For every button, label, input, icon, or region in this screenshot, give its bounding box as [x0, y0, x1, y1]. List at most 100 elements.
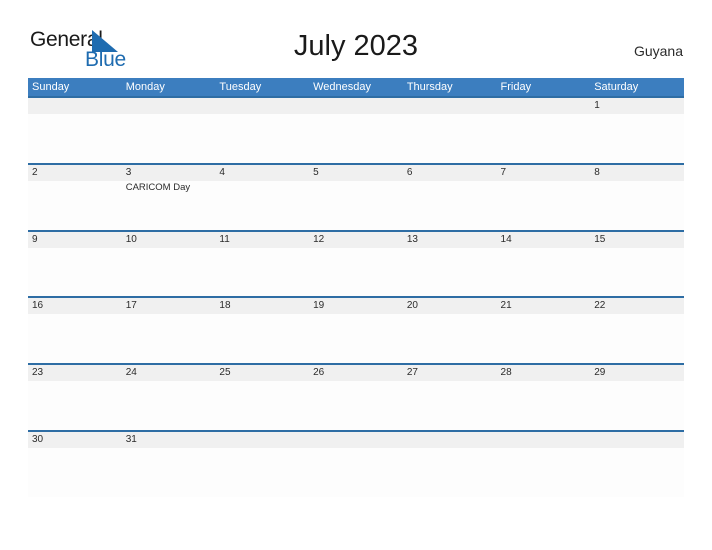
day-number-empty	[215, 432, 309, 448]
day-cell[interactable]	[28, 448, 122, 497]
day-cell[interactable]	[28, 181, 122, 230]
day-number-empty	[403, 98, 497, 114]
day-number[interactable]: 22	[590, 298, 684, 314]
day-cell[interactable]	[215, 181, 309, 230]
day-cell[interactable]	[497, 181, 591, 230]
day-cell[interactable]	[122, 381, 216, 430]
day-number-empty	[215, 98, 309, 114]
day-number[interactable]: 18	[215, 298, 309, 314]
day-events-band	[28, 247, 684, 297]
day-cell	[122, 114, 216, 163]
calendar-week-row: 30 31	[28, 429, 684, 497]
day-cell[interactable]	[122, 448, 216, 497]
day-cell[interactable]	[309, 181, 403, 230]
day-events-band	[28, 447, 684, 497]
day-cell[interactable]	[28, 248, 122, 297]
day-number[interactable]: 13	[403, 232, 497, 248]
day-cell[interactable]	[122, 248, 216, 297]
day-cell[interactable]	[590, 114, 684, 163]
day-number-empty	[590, 432, 684, 448]
day-cell[interactable]	[309, 314, 403, 363]
day-number[interactable]: 6	[403, 165, 497, 181]
day-number[interactable]: 14	[497, 232, 591, 248]
day-number[interactable]: 12	[309, 232, 403, 248]
day-cell[interactable]	[497, 381, 591, 430]
calendar-weeks: 1 2 3 4 5 6 7 8 CARICOM Day 9 10 11 12 13 14 15 16 17 18 19…	[28, 96, 684, 497]
day-cell[interactable]	[403, 314, 497, 363]
day-number[interactable]: 5	[309, 165, 403, 181]
day-header-monday: Monday	[125, 81, 165, 93]
day-number[interactable]: 2	[28, 165, 122, 181]
day-number-band: 23 24 25 26 27 28 29	[28, 365, 684, 382]
day-number[interactable]: 19	[309, 298, 403, 314]
day-cell	[28, 114, 122, 163]
day-number[interactable]: 27	[403, 365, 497, 381]
day-header-saturday: Saturday	[594, 81, 639, 93]
day-events-band	[28, 381, 684, 430]
day-number[interactable]: 20	[403, 298, 497, 314]
day-number-band: 16 17 18 19 20 21 22	[28, 298, 684, 315]
day-cell[interactable]	[28, 381, 122, 430]
day-number[interactable]: 23	[28, 365, 122, 381]
day-of-week-header-row: Sunday Monday Tuesday Wednesday Thursday…	[28, 78, 684, 96]
day-number-empty	[497, 432, 591, 448]
day-cell[interactable]	[215, 381, 309, 430]
day-cell	[590, 448, 684, 497]
page-header: General Blue July 2023 Guyana	[0, 0, 712, 78]
day-header-wednesday: Wednesday	[313, 81, 371, 93]
day-cell[interactable]	[590, 181, 684, 230]
day-cell	[215, 114, 309, 163]
day-cell[interactable]	[497, 248, 591, 297]
day-number[interactable]: 30	[28, 432, 122, 448]
calendar-week-row: 9 10 11 12 13 14 15	[28, 229, 684, 297]
day-cell[interactable]	[403, 248, 497, 297]
day-events-band	[28, 314, 684, 364]
day-number-band: 9 10 11 12 13 14 15	[28, 231, 684, 248]
calendar-week-row: 1	[28, 96, 684, 163]
day-cell	[403, 448, 497, 497]
day-cell[interactable]	[590, 248, 684, 297]
day-number-empty	[309, 98, 403, 114]
day-number[interactable]: 17	[122, 298, 216, 314]
day-number-empty	[28, 98, 122, 114]
page-title: July 2023	[293, 30, 419, 62]
calendar-page: General Blue July 2023 Guyana Sunday Mon…	[0, 0, 712, 550]
day-number[interactable]: 29	[590, 365, 684, 381]
day-cell[interactable]	[590, 314, 684, 363]
day-cell	[403, 114, 497, 163]
day-number-empty	[403, 432, 497, 448]
day-number[interactable]: 24	[122, 365, 216, 381]
day-cell	[497, 448, 591, 497]
day-number[interactable]: 10	[122, 232, 216, 248]
day-header-friday: Friday	[500, 81, 532, 93]
day-events-band	[28, 114, 684, 163]
day-number[interactable]: 9	[28, 232, 122, 248]
day-cell[interactable]: CARICOM Day	[122, 181, 216, 230]
day-cell[interactable]	[28, 314, 122, 363]
day-number[interactable]: 31	[122, 432, 216, 448]
day-cell[interactable]	[215, 314, 309, 363]
day-number[interactable]: 8	[590, 165, 684, 181]
day-number[interactable]: 21	[497, 298, 591, 314]
day-cell[interactable]	[403, 181, 497, 230]
day-cell[interactable]	[309, 248, 403, 297]
day-number[interactable]: 16	[28, 298, 122, 314]
day-number[interactable]: 4	[215, 165, 309, 181]
day-number[interactable]: 26	[309, 365, 403, 381]
day-number[interactable]: 3	[122, 165, 216, 181]
day-number[interactable]: 28	[497, 365, 591, 381]
day-number[interactable]: 7	[497, 165, 591, 181]
day-cell	[309, 114, 403, 163]
day-cell	[497, 114, 591, 163]
day-cell[interactable]	[215, 248, 309, 297]
day-header-sunday: Sunday	[32, 81, 70, 93]
day-cell[interactable]	[309, 381, 403, 430]
day-cell[interactable]	[122, 314, 216, 363]
day-number[interactable]: 1	[590, 98, 684, 114]
day-cell[interactable]	[403, 381, 497, 430]
day-number[interactable]: 25	[215, 365, 309, 381]
day-cell[interactable]	[590, 381, 684, 430]
day-cell[interactable]	[497, 314, 591, 363]
day-number[interactable]: 11	[215, 232, 309, 248]
day-number[interactable]: 15	[590, 232, 684, 248]
